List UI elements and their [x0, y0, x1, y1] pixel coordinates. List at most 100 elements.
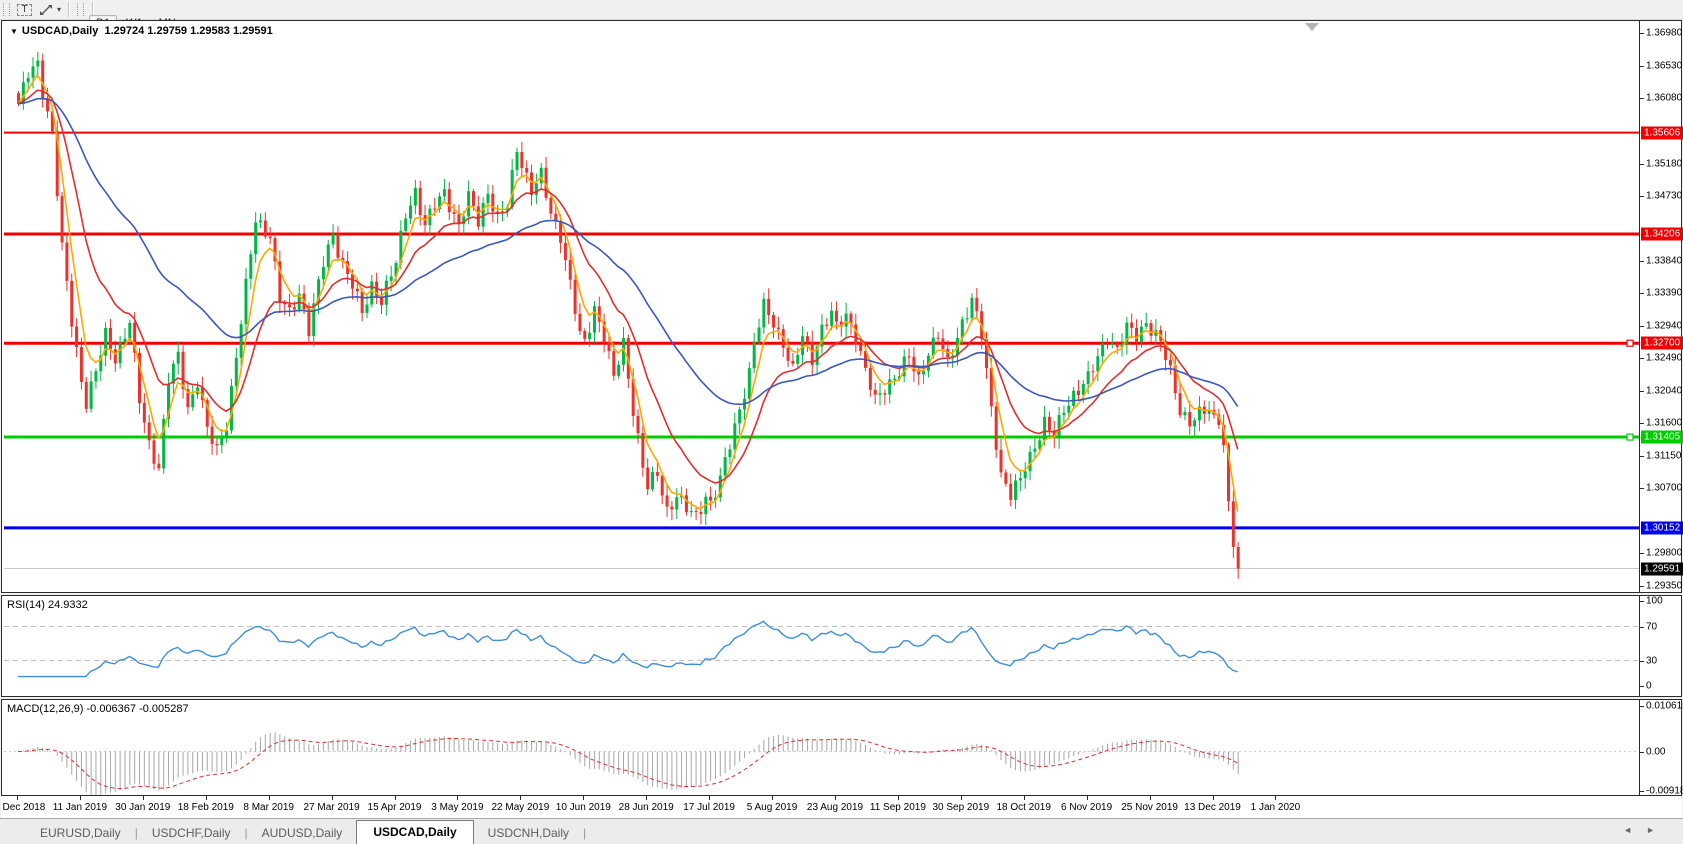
- current-price-tag: 1.29591: [1641, 562, 1683, 575]
- arrows-tool-icon: [39, 3, 53, 17]
- timeframe-m5[interactable]: M5: [120, 0, 149, 3]
- toolbar-grip2[interactable]: [77, 3, 84, 16]
- rsi-axis-line: [1639, 596, 1640, 696]
- quote-open: 1.29724: [104, 25, 144, 37]
- date-axis-label: 30 Jan 2019: [115, 802, 170, 813]
- rsi-axis-tickmark: [1639, 661, 1644, 662]
- date-axis-tick: [772, 796, 773, 800]
- date-axis[interactable]: 24 Dec 201811 Jan 201930 Jan 201918 Feb …: [1, 796, 1682, 818]
- text-tool-button[interactable]: T: [16, 2, 33, 17]
- timeframe-m30[interactable]: M30: [189, 0, 224, 3]
- price-axis-label: 1.29800: [1646, 548, 1682, 559]
- timeframe-h1[interactable]: H1: [226, 0, 254, 3]
- date-axis-label: 18 Feb 2019: [178, 802, 234, 813]
- price-axis-label: 1.36530: [1646, 60, 1682, 71]
- price-axis-tickmark: [1639, 488, 1644, 489]
- rsi-axis-tickmark: [1639, 627, 1644, 628]
- date-axis-tick: [1150, 796, 1151, 800]
- arrows-tool-button[interactable]: [37, 2, 54, 17]
- date-axis-label: 25 Nov 2019: [1121, 802, 1178, 813]
- tab-usdcad-daily[interactable]: USDCAD,Daily: [356, 820, 473, 844]
- timeframe-m15[interactable]: M15: [152, 0, 187, 3]
- toolbar-grip[interactable]: [3, 3, 10, 16]
- date-axis-tick: [269, 796, 270, 800]
- price-axis-tickmark: [1639, 164, 1644, 165]
- price-axis-tickmark: [1639, 423, 1644, 424]
- chart-title: ▼USDCAD,Daily 1.29724 1.29759 1.29583 1.…: [10, 25, 273, 37]
- candlestick-chart[interactable]: [2, 21, 1681, 592]
- date-axis-label: 27 Mar 2019: [304, 802, 360, 813]
- date-axis-tick: [961, 796, 962, 800]
- rsi-axis-tickmark: [1639, 686, 1644, 687]
- price-axis-label: 1.29350: [1646, 581, 1682, 592]
- tab-audusd-daily[interactable]: AUDUSD,Daily: [248, 822, 357, 844]
- price-axis-tickmark: [1639, 553, 1644, 554]
- tab-usdchf-daily[interactable]: USDCHF,Daily: [138, 822, 245, 844]
- rsi-axis-label: 70: [1646, 621, 1657, 632]
- date-axis-label: 23 Aug 2019: [807, 802, 863, 813]
- price-axis-label: 1.33840: [1646, 255, 1682, 266]
- rsi-panel[interactable]: 10070300 RSI(14) 24.9332: [1, 595, 1682, 697]
- date-axis-label: 8 Mar 2019: [243, 802, 294, 813]
- rsi-axis-label: 30: [1646, 655, 1657, 666]
- price-axis-label: 1.32940: [1646, 320, 1682, 331]
- hline-handle[interactable]: [1627, 340, 1633, 346]
- hline-handle[interactable]: [1627, 434, 1633, 440]
- quote-close: 1.29591: [233, 25, 273, 37]
- rsi-axis-label: 0: [1646, 681, 1652, 692]
- rsi-chart: [2, 596, 1681, 696]
- tab-scroll-left-arrow[interactable]: ◄: [1623, 825, 1646, 835]
- tab-separator: |: [583, 822, 586, 844]
- date-axis-tick: [1275, 796, 1276, 800]
- price-axis-tickmark: [1639, 261, 1644, 262]
- chart-tab-bar: EURUSD,Daily|USDCHF,Daily|AUDUSD,DailyUS…: [0, 818, 1683, 844]
- hline-price-tag[interactable]: 1.34206: [1641, 228, 1683, 241]
- chart-symbol: USDCAD,Daily: [22, 25, 98, 37]
- toolbar-separator: [68, 2, 70, 17]
- hline-price-tag[interactable]: 1.35606: [1641, 126, 1683, 139]
- candles: [17, 52, 1240, 579]
- price-axis-label: 1.33390: [1646, 288, 1682, 299]
- date-axis-tick: [332, 796, 333, 800]
- macd-axis-tickmark: [1639, 791, 1644, 792]
- price-axis-tickmark: [1639, 391, 1644, 392]
- tab-eurusd-daily[interactable]: EURUSD,Daily: [26, 822, 135, 844]
- macd-label: MACD(12,26,9): [7, 703, 83, 715]
- tab-usdcnh-daily[interactable]: USDCNH,Daily: [474, 822, 583, 844]
- mt4-window: T ▾ M1M5M15M30H1H4D1W1MN 1.369801.365301…: [0, 0, 1683, 844]
- timeframe-m1[interactable]: M1: [89, 0, 118, 3]
- date-axis-label: 1 Jan 2020: [1251, 802, 1301, 813]
- price-chart-panel[interactable]: 1.369801.365301.360801.351801.347301.338…: [1, 20, 1682, 593]
- macd-panel[interactable]: 0.0106150.00-0.009181 MACD(12,26,9) -0.0…: [1, 699, 1682, 796]
- hline-price-tag[interactable]: 1.31405: [1641, 431, 1683, 444]
- macd-axis-tickmark: [1639, 752, 1644, 753]
- date-axis-tick: [898, 796, 899, 800]
- price-axis-tickmark: [1639, 293, 1644, 294]
- date-axis-tick: [80, 796, 81, 800]
- hline-price-tag[interactable]: 1.32700: [1641, 337, 1683, 350]
- macd-chart: [2, 700, 1681, 795]
- price-axis-line: [1639, 21, 1640, 592]
- rsi-label: RSI(14): [7, 599, 45, 611]
- date-axis-label: 13 Dec 2019: [1184, 802, 1241, 813]
- price-axis-label: 1.34730: [1646, 191, 1682, 202]
- tab-scroll-right-arrow[interactable]: ►: [1646, 825, 1669, 835]
- date-axis-label: 6 Nov 2019: [1061, 802, 1112, 813]
- date-axis-label: 28 Jun 2019: [619, 802, 674, 813]
- quote-low: 1.29583: [190, 25, 230, 37]
- chart-shift-marker[interactable]: [1305, 23, 1319, 31]
- macd-header: MACD(12,26,9) -0.006367 -0.005287: [7, 703, 189, 715]
- price-axis-label: 1.36080: [1646, 93, 1682, 104]
- arrows-dropdown-caret[interactable]: ▾: [57, 5, 61, 14]
- date-axis-tick: [143, 796, 144, 800]
- date-axis-tick: [709, 796, 710, 800]
- date-axis-tick: [457, 796, 458, 800]
- collapse-icon[interactable]: ▼: [10, 27, 18, 36]
- rsi-axis-label: 100: [1646, 596, 1663, 607]
- date-axis-label: 30 Sep 2019: [932, 802, 989, 813]
- date-axis-tick: [1024, 796, 1025, 800]
- timeframe-h4[interactable]: H4: [256, 0, 284, 3]
- hline-price-tag[interactable]: 1.30152: [1641, 521, 1683, 534]
- rsi-line: [18, 621, 1238, 676]
- date-axis-label: 15 Apr 2019: [368, 802, 422, 813]
